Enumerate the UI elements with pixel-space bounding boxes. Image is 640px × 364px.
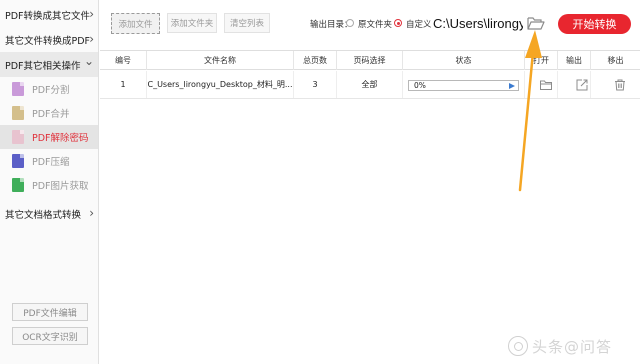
output-path-input[interactable] — [433, 12, 523, 34]
chevron-right-icon: › — [89, 7, 94, 21]
table-row[interactable]: 1 C_Users_lirongyu_Desktop_材料_明... 3 全部 — [100, 71, 640, 99]
app-window: PDF转换成其它文件 › 其它文件转换成PDF › PDF其它相关操作 ⌄ PD… — [0, 0, 640, 364]
trash-icon[interactable] — [614, 79, 626, 91]
add-file-button[interactable]: 添加文件 — [111, 13, 160, 34]
progress-bar: 0% — [408, 80, 519, 91]
category-label: 其它文件转换成PDF — [5, 35, 91, 47]
watermark: 头条@问答 — [508, 335, 612, 357]
pdf-edit-button[interactable]: PDF文件编辑 — [12, 303, 88, 321]
radio-source-folder[interactable] — [346, 19, 354, 27]
col-header-filename: 文件名称 — [147, 51, 294, 70]
export-icon[interactable] — [576, 79, 588, 91]
chevron-right-icon: › — [89, 206, 94, 220]
col-header-page-select: 页码选择 — [337, 51, 403, 70]
col-header-remove: 移出 — [607, 56, 624, 65]
pdf-unlock-icon — [12, 130, 24, 144]
play-icon[interactable] — [509, 82, 515, 89]
col-header-open: 打开 — [525, 51, 558, 70]
sidebar-item-label: PDF压缩 — [32, 157, 70, 168]
category-label: PDF其它相关操作 — [5, 60, 81, 72]
chevron-right-icon: › — [89, 32, 94, 46]
pdf-image-icon — [12, 178, 24, 192]
pdf-merge-icon — [12, 106, 24, 120]
col-header-output: 输出 — [558, 51, 591, 70]
sidebar-item-pdf-merge[interactable]: PDF合并 — [0, 101, 98, 125]
col-header-pages: 总页数 — [294, 51, 337, 70]
radio-custom-label: 自定义 — [406, 20, 432, 30]
category-pdf-other-ops[interactable]: PDF其它相关操作 ⌄ — [0, 52, 98, 77]
category-other-doc-formats[interactable]: 其它文档格式转换 › — [0, 201, 98, 226]
open-folder-icon[interactable] — [540, 79, 552, 91]
progress-text: 0% — [414, 81, 426, 90]
sidebar: PDF转换成其它文件 › 其它文件转换成PDF › PDF其它相关操作 ⌄ PD… — [0, 0, 99, 364]
cell-pages: 3 — [294, 71, 337, 98]
category-label: 其它文档格式转换 — [5, 209, 82, 221]
category-pdf-to-other[interactable]: PDF转换成其它文件 › — [0, 2, 98, 27]
chevron-down-icon: ⌄ — [83, 54, 94, 68]
sidebar-item-label: PDF分割 — [32, 85, 70, 96]
category-label: PDF转换成其它文件 — [5, 10, 91, 22]
sidebar-item-pdf-compress[interactable]: PDF压缩 — [0, 149, 98, 173]
sidebar-item-pdf-unlock[interactable]: PDF解除密码 — [0, 125, 98, 149]
start-convert-button[interactable]: 开始转换 — [558, 14, 631, 34]
watermark-text: 头条@问答 — [532, 337, 613, 356]
sidebar-item-label: PDF合并 — [32, 109, 70, 120]
col-header-status: 状态 — [403, 51, 525, 70]
radio-custom[interactable] — [394, 19, 402, 27]
sidebar-item-label: PDF解除密码 — [32, 133, 89, 144]
category-other-to-pdf[interactable]: 其它文件转换成PDF › — [0, 27, 98, 52]
clear-list-button[interactable]: 清空列表 — [224, 13, 270, 33]
cell-index: 1 — [100, 71, 147, 98]
sidebar-item-pdf-image[interactable]: PDF图片获取 — [0, 173, 98, 197]
folder-open-icon[interactable] — [527, 15, 545, 31]
ocr-button[interactable]: OCR文字识别 — [12, 327, 88, 345]
sidebar-item-pdf-split[interactable]: PDF分割 — [0, 77, 98, 101]
pdf-split-icon — [12, 82, 24, 96]
cell-filename: C_Users_lirongyu_Desktop_材料_明... — [147, 71, 294, 98]
add-folder-button[interactable]: 添加文件夹 — [167, 13, 217, 33]
watermark-logo-icon — [508, 336, 528, 356]
radio-source-folder-label: 原文件夹 — [358, 20, 393, 30]
col-header-index: 编号 — [100, 51, 147, 70]
sidebar-item-label: PDF图片获取 — [32, 181, 89, 192]
table-header: 编号 文件名称 总页数 页码选择 状态 打开 输出 移出 — [100, 50, 640, 70]
cell-page-select[interactable]: 全部 — [337, 71, 403, 98]
pdf-compress-icon — [12, 154, 24, 168]
